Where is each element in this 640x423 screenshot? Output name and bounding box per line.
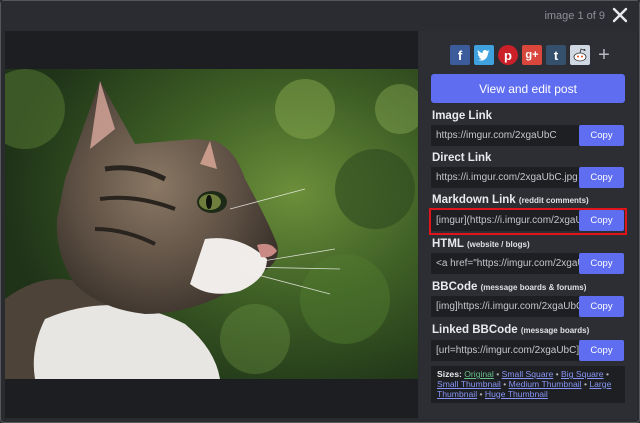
linked-bbcode-field[interactable]: [url=https://imgur.com/2xgaUbC][img] xyxy=(431,340,579,361)
size-small-square-link[interactable]: Small Square xyxy=(502,369,554,379)
bbcode-label: BBCode (message boards & forums) xyxy=(432,281,587,293)
view-edit-post-button[interactable]: View and edit post xyxy=(431,74,625,103)
markdown-link-note: (reddit comments) xyxy=(518,196,589,205)
linked-bbcode-note: (message boards) xyxy=(520,326,590,335)
size-big-square-link[interactable]: Big Square xyxy=(561,369,604,379)
modal-header: image 1 of 9 xyxy=(1,1,639,31)
size-separator: • xyxy=(555,369,559,379)
image-modal: image 1 of 9 f p g+ t + View and edit po… xyxy=(0,0,640,423)
size-separator: • xyxy=(479,388,483,399)
size-separator: • xyxy=(605,369,609,379)
bbcode-note: (message boards & forums) xyxy=(480,283,587,292)
facebook-icon[interactable]: f xyxy=(450,45,470,65)
close-icon[interactable] xyxy=(610,4,630,26)
tumblr-icon[interactable]: t xyxy=(546,45,566,65)
direct-link-label: Direct Link xyxy=(432,152,492,164)
html-copy-button[interactable]: Copy xyxy=(579,253,624,274)
plus-icon[interactable]: + xyxy=(594,44,614,66)
size-original-link[interactable]: Original xyxy=(464,369,494,379)
share-icons: f p g+ t + xyxy=(450,44,614,69)
html-note: (website / blogs) xyxy=(466,240,530,249)
size-separator: • xyxy=(583,378,587,389)
html-label: HTML (website / blogs) xyxy=(432,238,530,250)
image-counter: image 1 of 9 xyxy=(544,10,605,22)
direct-link-copy-button[interactable]: Copy xyxy=(579,167,624,188)
size-separator: • xyxy=(496,369,500,379)
sizes-panel: Sizes: Original • Small Square • Big Squ… xyxy=(431,366,625,403)
direct-link-field[interactable]: https://i.imgur.com/2xgaUbC.jpg xyxy=(431,167,579,188)
image-link-field[interactable]: https://imgur.com/2xgaUbC xyxy=(431,125,579,146)
twitter-icon[interactable] xyxy=(474,45,494,65)
sizes-label: Sizes: xyxy=(437,369,462,379)
linked-bbcode-label: Linked BBCode (message boards) xyxy=(432,324,590,336)
size-huge-thumbnail-link[interactable]: Huge Thumbnail xyxy=(485,389,548,399)
highlight-box xyxy=(429,208,627,235)
bbcode-copy-button[interactable]: Copy xyxy=(579,296,624,317)
linked-bbcode-copy-button[interactable]: Copy xyxy=(579,340,624,361)
image-link-copy-button[interactable]: Copy xyxy=(579,125,624,146)
bbcode-field[interactable]: [img]https://i.imgur.com/2xgaUbC.jpg[/im… xyxy=(431,296,579,317)
reddit-icon[interactable] xyxy=(570,45,590,65)
html-field[interactable]: <a href="https://imgur.com/2xgaUbC"> xyxy=(431,253,579,274)
markdown-link-label: Markdown Link (reddit comments) xyxy=(432,194,589,206)
cat-photo[interactable] xyxy=(5,69,418,379)
image-viewer xyxy=(5,31,418,418)
google-plus-icon[interactable]: g+ xyxy=(522,45,542,65)
size-medium-thumbnail-link[interactable]: Medium Thumbnail xyxy=(509,379,582,389)
size-small-thumbnail-link[interactable]: Small Thumbnail xyxy=(437,379,501,389)
share-sidebar: f p g+ t + View and edit post Image Link… xyxy=(419,31,637,419)
image-link-label: Image Link xyxy=(432,110,493,122)
size-separator: • xyxy=(503,378,507,389)
pinterest-icon[interactable]: p xyxy=(498,45,518,65)
